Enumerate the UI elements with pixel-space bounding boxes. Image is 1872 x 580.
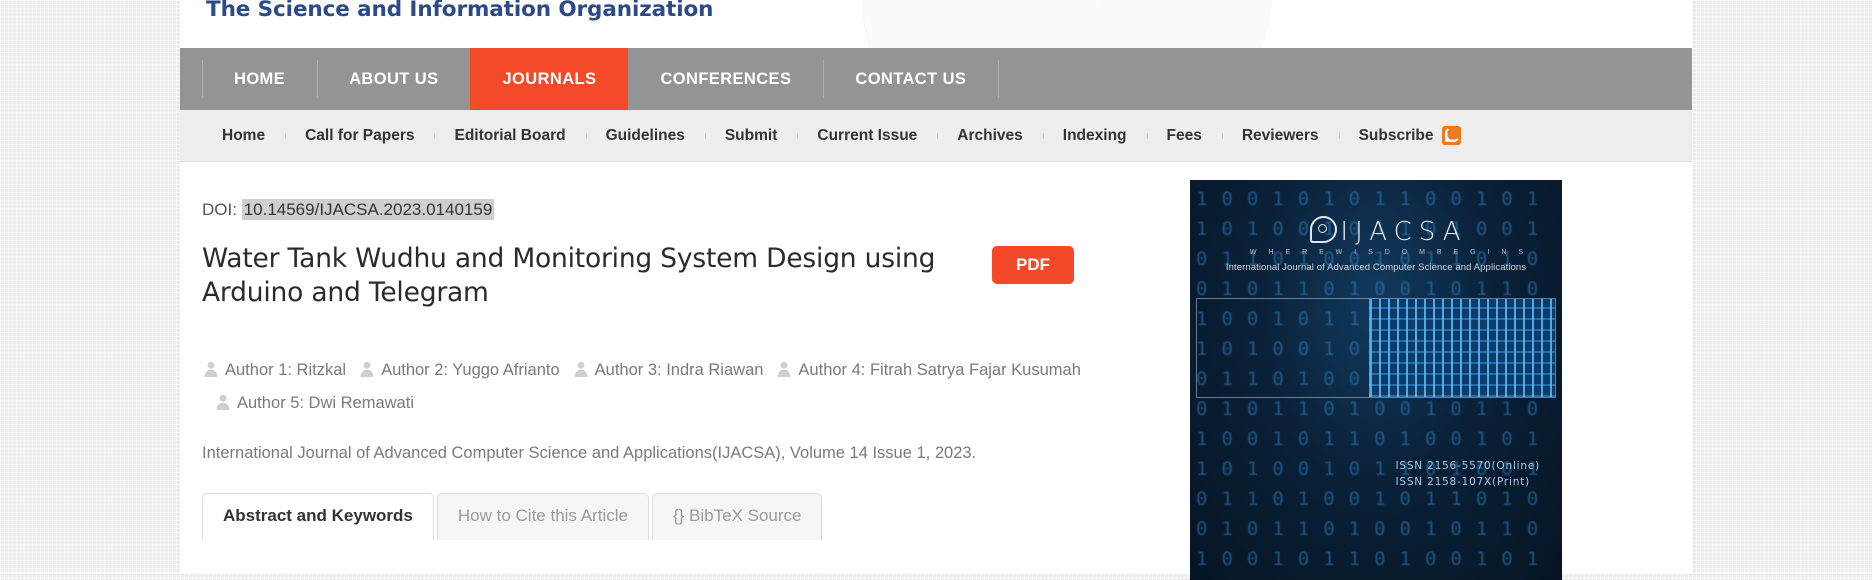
person-icon: [214, 390, 232, 410]
person-icon: [572, 357, 590, 377]
nav-item-journals[interactable]: JOURNALS: [470, 48, 629, 110]
organization-name: The Science and Information Organization: [206, 0, 714, 22]
cover-logo-tagline: W H E R E W I S D O M B E G I N S: [1249, 249, 1529, 256]
doi-value[interactable]: 10.14569/IJACSA.2023.0140159: [241, 199, 495, 220]
cover-band: [1196, 298, 1556, 398]
article-column: DOI: 10.14569/IJACSA.2023.0140159 Water …: [180, 162, 1180, 580]
person-icon: [358, 357, 376, 377]
author-entry: Author 2: Yuggo Afrianto: [358, 361, 560, 379]
swirl-icon: [1310, 216, 1338, 243]
subnav-item-subscribe[interactable]: Subscribe: [1338, 126, 1481, 145]
page-title: Water Tank Wudhu and Monitoring System D…: [202, 243, 936, 308]
cover-logo-label: IJACSA: [1340, 217, 1468, 247]
nav-item-contact-us[interactable]: CONTACT US: [823, 48, 998, 110]
main-navigation-items: HOME ABOUT US JOURNALS CONFERENCES CONTA…: [202, 48, 1000, 110]
subnav-item-reviewers[interactable]: Reviewers: [1221, 127, 1339, 145]
journal-cover-image[interactable]: 1001010110010110100101101001011010010110…: [1190, 180, 1562, 580]
subnav-item-editorial-board[interactable]: Editorial Board: [434, 127, 585, 145]
author-entry: Author 3: Indra Riawan: [572, 361, 764, 379]
sub-navigation: Home Call for Papers Editorial Board Gui…: [180, 110, 1692, 162]
author-entry: Author 1: Ritzkal: [202, 361, 346, 379]
subnav-item-call-for-papers[interactable]: Call for Papers: [285, 127, 434, 145]
person-icon: [775, 357, 793, 377]
main-navigation: HOME ABOUT US JOURNALS CONFERENCES CONTA…: [180, 48, 1692, 110]
masthead: The Science and Information Organization: [180, 0, 1692, 48]
person-icon: [202, 357, 220, 377]
author-name[interactable]: Author 1: Ritzkal: [225, 361, 346, 379]
cover-issn-block: ISSN 2156-5570(Online) ISSN 2158-107X(Pr…: [1395, 458, 1540, 491]
tab-how-to-cite[interactable]: How to Cite this Article: [436, 492, 649, 540]
author-name[interactable]: Author 3: Indra Riawan: [595, 361, 764, 379]
pdf-button[interactable]: PDF: [992, 246, 1074, 285]
title-row: Water Tank Wudhu and Monitoring System D…: [202, 242, 1180, 310]
subnav-item-home[interactable]: Home: [202, 127, 285, 145]
tab-bibtex-source[interactable]: {} BibTeX Source: [651, 492, 823, 540]
cover-logo: IJACSA W H E R E W I S D O M B E G I N S…: [1190, 216, 1562, 273]
sidebar-column: 1001010110010110100101101001011010010110…: [1180, 162, 1692, 580]
author-name[interactable]: Author 2: Yuggo Afrianto: [381, 361, 560, 379]
nav-item-about-us[interactable]: ABOUT US: [317, 48, 470, 110]
doi-label: DOI:: [202, 200, 237, 219]
subnav-item-fees[interactable]: Fees: [1146, 127, 1222, 145]
subnav-item-subscribe-label: Subscribe: [1358, 126, 1434, 144]
cover-band-circuit: [1369, 299, 1555, 397]
subnav-item-archives[interactable]: Archives: [937, 127, 1042, 145]
issn-online: ISSN 2156-5570(Online): [1395, 460, 1540, 472]
author-name[interactable]: Author 5: Dwi Remawati: [237, 394, 414, 412]
rss-arc-outer: [1444, 126, 1461, 142]
article-tabs: Abstract and Keywords How to Cite this A…: [202, 492, 1180, 540]
subnav-item-indexing[interactable]: Indexing: [1042, 127, 1147, 145]
globe-continent-graphic: [1102, 0, 1272, 48]
author-entry: Author 4: Fitrah Satrya Fajar Kusumah: [775, 361, 1081, 379]
tab-abstract-and-keywords[interactable]: Abstract and Keywords: [202, 492, 434, 540]
subnav-item-guidelines[interactable]: Guidelines: [585, 127, 705, 145]
nav-end-divider: [998, 48, 1000, 110]
journal-citation: International Journal of Advanced Comput…: [202, 443, 977, 462]
rss-icon[interactable]: [1441, 126, 1461, 145]
content-area: DOI: 10.14569/IJACSA.2023.0140159 Water …: [180, 162, 1692, 580]
page-container: The Science and Information Organization…: [180, 0, 1692, 580]
issn-print: ISSN 2158-107X(Print): [1395, 476, 1530, 489]
author-name[interactable]: Author 4: Fitrah Satrya Fajar Kusumah: [798, 361, 1080, 379]
nav-item-home[interactable]: HOME: [202, 48, 317, 110]
cover-logo-subtitle: International Journal of Advanced Comput…: [1225, 262, 1527, 273]
subnav-item-current-issue[interactable]: Current Issue: [797, 127, 937, 145]
doi-line: DOI: 10.14569/IJACSA.2023.0140159: [202, 199, 1180, 220]
cover-logo-text: IJACSA: [1190, 216, 1562, 247]
authors-list: Author 1: Ritzkal Author 2: Yuggo Afriant…: [202, 354, 1102, 420]
author-entry: Author 5: Dwi Remawati: [214, 394, 414, 412]
nav-item-conferences[interactable]: CONFERENCES: [628, 48, 823, 110]
subnav-item-submit[interactable]: Submit: [704, 127, 798, 145]
